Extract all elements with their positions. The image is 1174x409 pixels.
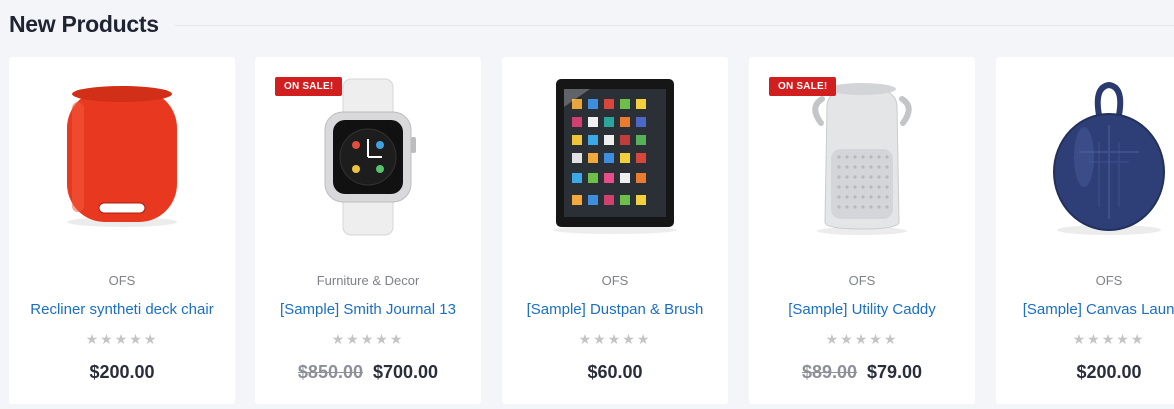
- product-brand[interactable]: OFS: [749, 273, 975, 288]
- rating-stars: ★★★★★: [578, 331, 652, 347]
- product-name-link[interactable]: [Sample] Utility Caddy: [749, 301, 975, 318]
- blue-speaker-icon: [1053, 81, 1165, 235]
- product-image[interactable]: [9, 57, 235, 257]
- product-card[interactable]: OFS [Sample] Canvas Laundry ★★★★★ $200.0…: [996, 57, 1174, 404]
- product-name-link[interactable]: [Sample] Smith Journal 13: [255, 301, 481, 318]
- divider: [174, 24, 1174, 26]
- carousel-overflow: OFS [Sample] Canvas Laundry ★★★★★ $200.0…: [996, 57, 1174, 404]
- current-price: $200.00: [89, 362, 155, 382]
- product-brand[interactable]: OFS: [502, 273, 728, 288]
- section-title: New Products: [9, 10, 159, 37]
- product-card[interactable]: OFS [Sample] Dustpan & Brush ★★★★★ $60.0…: [502, 57, 728, 404]
- product-name-link[interactable]: [Sample] Canvas Laundry: [996, 301, 1174, 318]
- rating-stars: ★★★★★: [1072, 331, 1146, 347]
- product-price: $850.00 $700.00: [255, 362, 481, 383]
- product-image[interactable]: [996, 57, 1174, 257]
- product-brand[interactable]: Furniture & Decor: [255, 273, 481, 288]
- sale-badge: ON SALE!: [769, 77, 837, 96]
- old-price: $89.00: [801, 362, 857, 382]
- product-card[interactable]: ON SALE! Furniture & Decor [Sample] Smit…: [255, 57, 481, 404]
- product-price: $89.00 $79.00: [749, 362, 975, 383]
- rating-stars: ★★★★★: [331, 331, 405, 347]
- product-image[interactable]: [502, 57, 728, 257]
- current-price: $700.00: [373, 362, 439, 382]
- sale-badge: ON SALE!: [275, 77, 343, 96]
- tablet-icon: [553, 79, 677, 234]
- old-price: $850.00: [297, 362, 363, 382]
- product-name-link[interactable]: [Sample] Dustpan & Brush: [502, 301, 728, 318]
- rating-stars: ★★★★★: [825, 331, 899, 347]
- product-price: $200.00: [996, 362, 1174, 383]
- silver-speaker-icon: [812, 83, 912, 235]
- product-card[interactable]: ON SALE! OFS [Sample] Utility Caddy ★★★★…: [749, 57, 975, 404]
- current-price: $79.00: [867, 362, 923, 382]
- product-price: $60.00: [502, 362, 728, 383]
- rating-stars: ★★★★★: [85, 331, 159, 347]
- product-brand[interactable]: OFS: [996, 273, 1174, 288]
- product-price: $200.00: [9, 362, 235, 383]
- product-name-link[interactable]: Recliner syntheti deck chair: [9, 301, 235, 318]
- current-price: $60.00: [587, 362, 643, 382]
- section-header: New Products: [9, 0, 1174, 48]
- product-brand[interactable]: OFS: [9, 273, 235, 288]
- smartwatch-icon: [324, 78, 416, 236]
- red-speaker-icon: [67, 86, 177, 227]
- current-price: $200.00: [1076, 362, 1142, 382]
- product-card[interactable]: OFS Recliner syntheti deck chair ★★★★★ $…: [9, 57, 235, 404]
